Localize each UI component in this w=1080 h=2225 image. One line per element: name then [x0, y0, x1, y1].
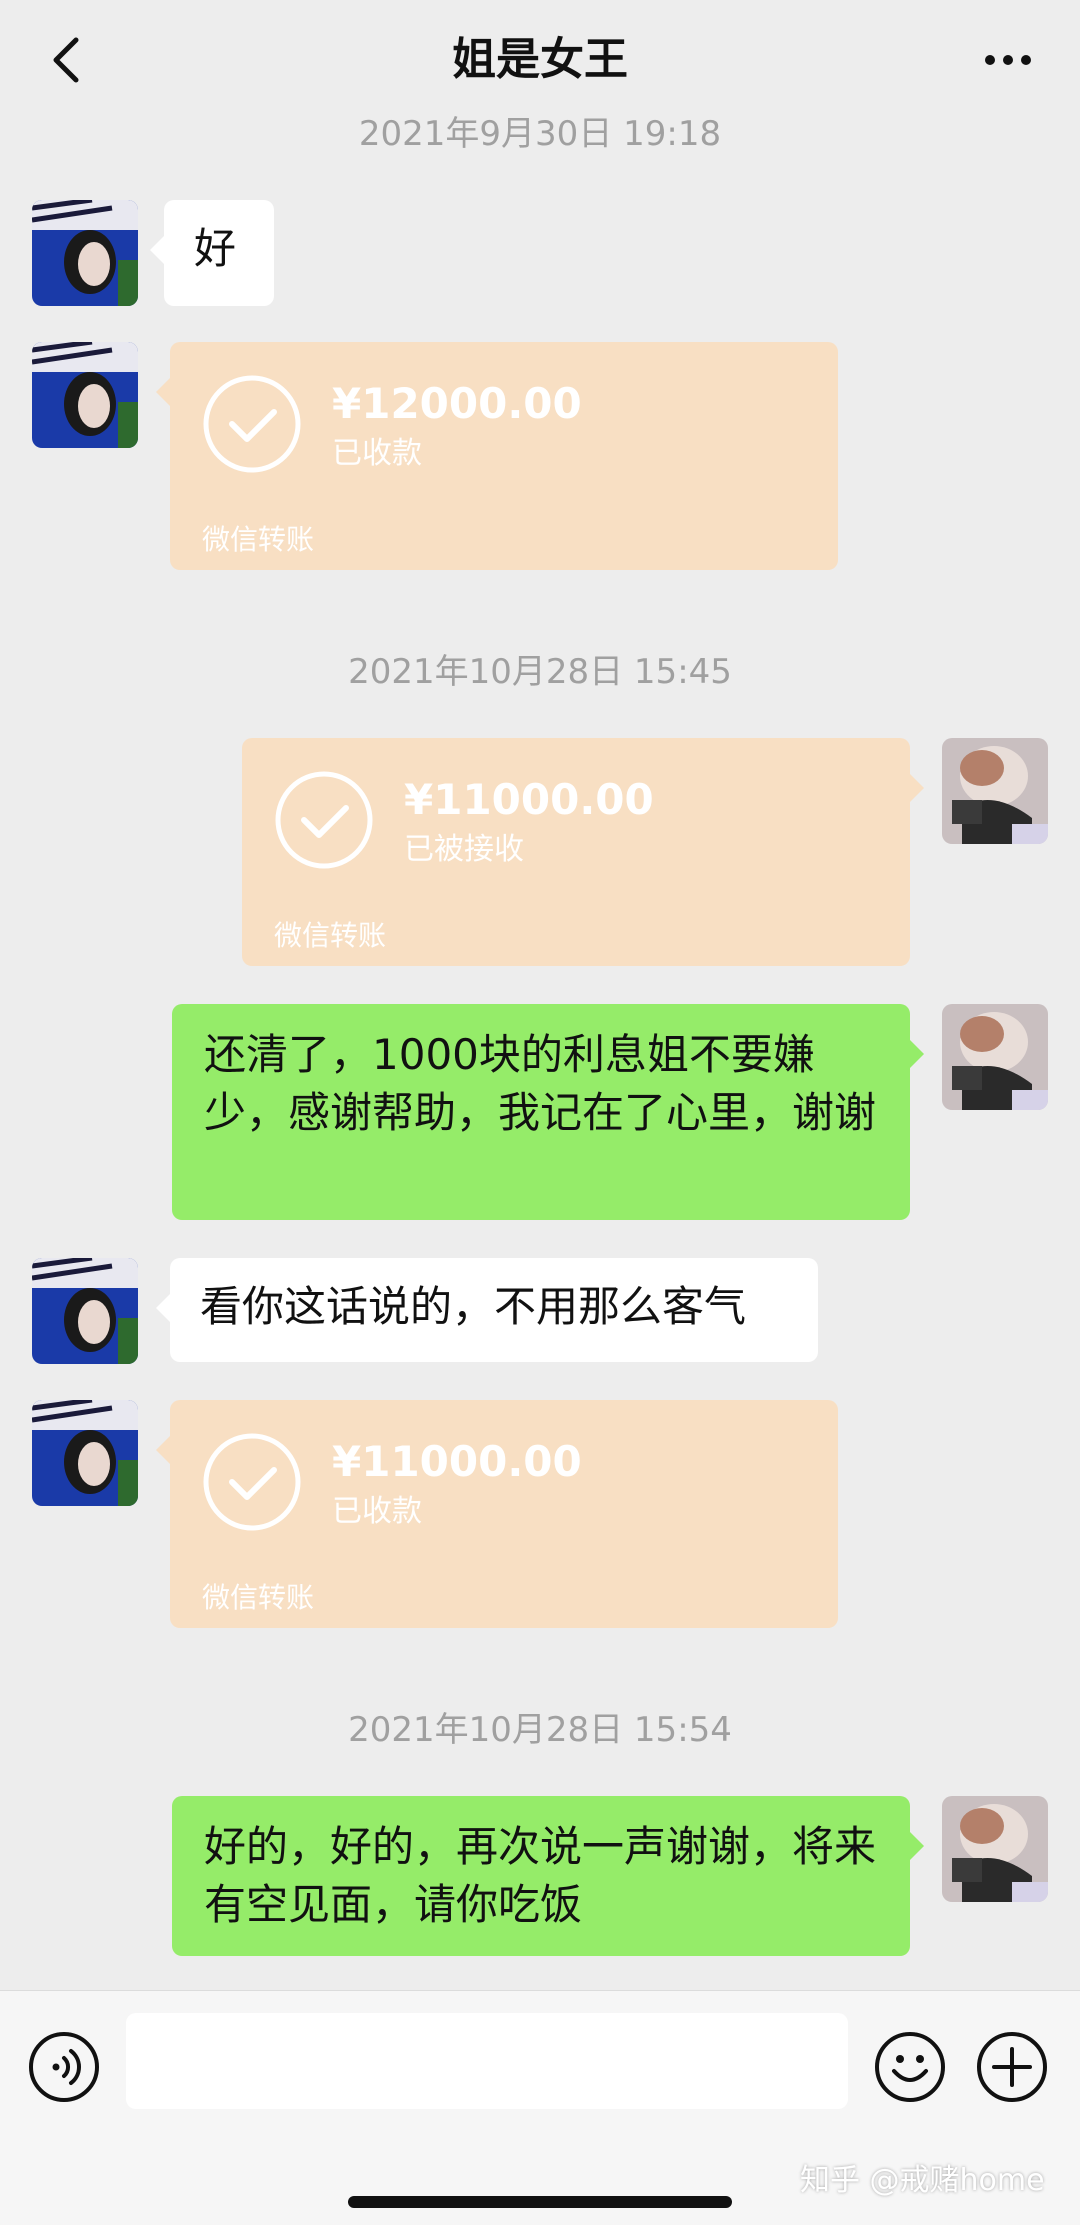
avatar-self[interactable] — [942, 1004, 1048, 1110]
avatar-image — [942, 1004, 1048, 1110]
emoji-icon — [875, 2032, 945, 2102]
transfer-status: 已收款 — [332, 436, 422, 471]
message-text: 还清了，1000块的利息姐不要嫌少，感谢帮助，我记在了心里，谢谢 — [204, 1030, 877, 1137]
voice-button[interactable] — [28, 2031, 100, 2103]
bubble-tail — [910, 1040, 924, 1068]
check-circle-icon — [203, 375, 301, 473]
timestamp: 2021年9月30日 19:18 — [358, 114, 722, 154]
transfer-status: 已收款 — [332, 1494, 422, 1529]
chat-title: 姐是女王 — [452, 34, 628, 85]
avatar-contact[interactable] — [32, 1258, 138, 1364]
transfer-status: 已被接收 — [404, 832, 524, 867]
transfer-card[interactable]: ¥12000.00 已收款 微信转账 — [156, 342, 838, 570]
transfer-label: 微信转账 — [202, 523, 315, 556]
avatar-image — [32, 342, 138, 448]
timestamp: 2021年10月28日 15:54 — [348, 1710, 732, 1750]
more-button[interactable] — [980, 40, 1036, 80]
message-input[interactable] — [126, 2013, 848, 2109]
bubble-tail — [910, 774, 924, 802]
message-text: 看你这话说的，不用那么客气 — [200, 1282, 747, 1331]
avatar-image — [942, 1796, 1048, 1902]
avatar-self[interactable] — [942, 738, 1048, 844]
bubble-tail — [156, 1436, 170, 1464]
more-actions-button[interactable] — [976, 2031, 1048, 2103]
transfer-label: 微信转账 — [274, 919, 387, 952]
voice-icon — [29, 2032, 99, 2102]
home-indicator — [348, 2196, 732, 2208]
message-bubble-outgoing[interactable]: 好的，好的，再次说一声谢谢，将来有空见面，请你吃饭 — [172, 1796, 924, 1956]
chat-header: 姐是女王 — [0, 0, 1080, 120]
message-bubble-incoming[interactable]: 看你这话说的，不用那么客气 — [156, 1258, 818, 1362]
more-dots-icon — [985, 55, 1031, 65]
message-text: 好的，好的，再次说一声谢谢，将来有空见面，请你吃饭 — [204, 1822, 877, 1929]
watermark: 知乎 @戒赌home — [800, 2163, 1045, 2198]
plus-icon — [977, 2032, 1047, 2102]
message-bubble-incoming[interactable]: 好 — [150, 200, 274, 306]
avatar-image — [32, 1258, 138, 1364]
check-circle-icon — [275, 771, 373, 869]
message-bubble-outgoing[interactable]: 还清了，1000块的利息姐不要嫌少，感谢帮助，我记在了心里，谢谢 — [172, 1004, 924, 1220]
avatar-image — [32, 200, 138, 306]
transfer-amount: ¥11000.00 — [332, 1437, 582, 1486]
avatar-image — [942, 738, 1048, 844]
chat-screen: 姐是女王 2021年9月30日 19:18 好 ¥12000.00 已收款 微信… — [0, 0, 1080, 2225]
check-circle-icon — [203, 1433, 301, 1531]
timestamp: 2021年10月28日 15:45 — [348, 652, 732, 692]
transfer-amount: ¥12000.00 — [332, 379, 582, 428]
transfer-amount: ¥11000.00 — [404, 775, 654, 824]
bubble-tail — [910, 1832, 924, 1860]
bubble-tail — [150, 236, 164, 264]
transfer-card[interactable]: ¥11000.00 已被接收 微信转账 — [242, 738, 924, 966]
avatar-contact[interactable] — [32, 200, 138, 306]
avatar-image — [32, 1400, 138, 1506]
avatar-self[interactable] — [942, 1796, 1048, 1902]
avatar-contact[interactable] — [32, 1400, 138, 1506]
avatar-contact[interactable] — [32, 342, 138, 448]
emoji-button[interactable] — [874, 2031, 946, 2103]
transfer-card[interactable]: ¥11000.00 已收款 微信转账 — [156, 1400, 838, 1628]
bubble-tail — [156, 378, 170, 406]
bubble-tail — [156, 1294, 170, 1322]
transfer-label: 微信转账 — [202, 1581, 315, 1614]
message-text: 好 — [194, 224, 237, 273]
